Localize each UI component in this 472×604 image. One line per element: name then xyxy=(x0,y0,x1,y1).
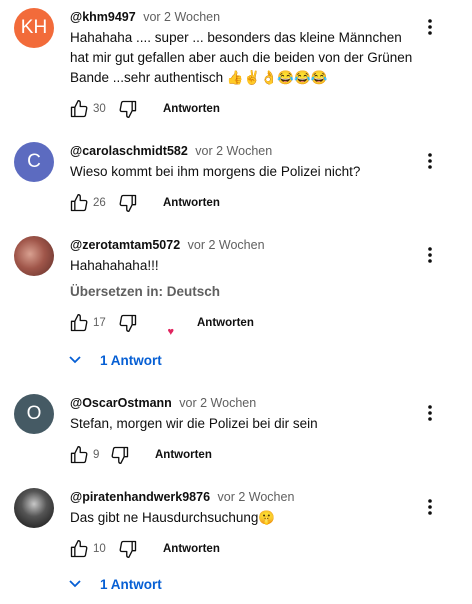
dislike-icon[interactable] xyxy=(117,538,139,560)
comment-text: Das gibt ne Hausdurchsuchung🤫 xyxy=(70,510,276,525)
comment-text: Wieso kommt bei ihm morgens die Polizei … xyxy=(70,164,361,179)
replies-count-label: 1 Antwort xyxy=(100,352,162,368)
comment-text: Hahahaha .... super ... besonders das kl… xyxy=(70,30,413,85)
avatar-initials: C xyxy=(27,151,41,172)
view-replies-button[interactable]: 1 Antwort xyxy=(68,574,162,594)
more-options-icon[interactable] xyxy=(420,495,440,519)
like-count: 17 xyxy=(93,317,106,329)
avatar[interactable] xyxy=(14,488,54,528)
avatar[interactable] xyxy=(14,236,54,276)
chevron-down-icon xyxy=(68,350,92,370)
reply-button[interactable]: Antworten xyxy=(163,543,220,555)
avatar[interactable]: O xyxy=(14,394,54,434)
like-count: 10 xyxy=(93,543,106,555)
view-replies-button[interactable]: 1 Antwort xyxy=(68,350,162,370)
comment-time[interactable]: vor 2 Wochen xyxy=(179,396,256,410)
comment-author[interactable]: @khm9497 xyxy=(70,10,136,24)
like-icon[interactable] xyxy=(68,98,90,120)
more-options-icon[interactable] xyxy=(420,15,440,39)
reply-button[interactable]: Antworten xyxy=(163,197,220,209)
avatar-initials: KH xyxy=(20,17,48,38)
like-icon[interactable] xyxy=(68,538,90,560)
more-options-icon[interactable] xyxy=(420,149,440,173)
heart-icon: ♥ xyxy=(167,326,174,338)
comment-text: Stefan, morgen wir die Polizei bei dir s… xyxy=(70,416,318,431)
translate-link[interactable]: Übersetzen in: Deutsch xyxy=(70,284,220,299)
more-options-icon[interactable] xyxy=(420,401,440,425)
comment-author[interactable]: @carolaschmidt582 xyxy=(70,144,188,158)
comment-time[interactable]: vor 2 Wochen xyxy=(218,490,295,504)
like-icon[interactable] xyxy=(68,444,90,466)
dislike-icon[interactable] xyxy=(109,444,131,466)
avatar[interactable]: C xyxy=(14,142,54,182)
like-count: 30 xyxy=(93,103,106,115)
like-icon[interactable] xyxy=(68,312,90,334)
chevron-down-icon xyxy=(68,574,92,594)
creator-heart-badge: ♥ xyxy=(147,312,174,338)
replies-count-label: 1 Antwort xyxy=(100,576,162,592)
reply-button[interactable]: Antworten xyxy=(155,449,212,461)
comment-time[interactable]: vor 2 Wochen xyxy=(143,10,220,24)
more-options-icon[interactable] xyxy=(420,243,440,267)
avatar[interactable]: KH xyxy=(14,8,54,48)
dislike-icon[interactable] xyxy=(117,98,139,120)
comment-author[interactable]: @zerotamtam5072 xyxy=(70,238,180,252)
comment-text: Hahahahaha!!! xyxy=(70,258,159,273)
comment-time[interactable]: vor 2 Wochen xyxy=(195,144,272,158)
avatar-initials: O xyxy=(26,403,42,424)
dislike-icon[interactable] xyxy=(117,312,139,334)
like-icon[interactable] xyxy=(68,192,90,214)
comment-author[interactable]: @piratenhandwerk9876 xyxy=(70,490,210,504)
like-count: 9 xyxy=(93,449,100,461)
dislike-icon[interactable] xyxy=(117,192,139,214)
like-count: 26 xyxy=(93,197,106,209)
comment-time[interactable]: vor 2 Wochen xyxy=(188,238,265,252)
reply-button[interactable]: Antworten xyxy=(197,317,254,329)
comment-author[interactable]: @OscarOstmann xyxy=(70,396,172,410)
reply-button[interactable]: Antworten xyxy=(163,103,220,115)
